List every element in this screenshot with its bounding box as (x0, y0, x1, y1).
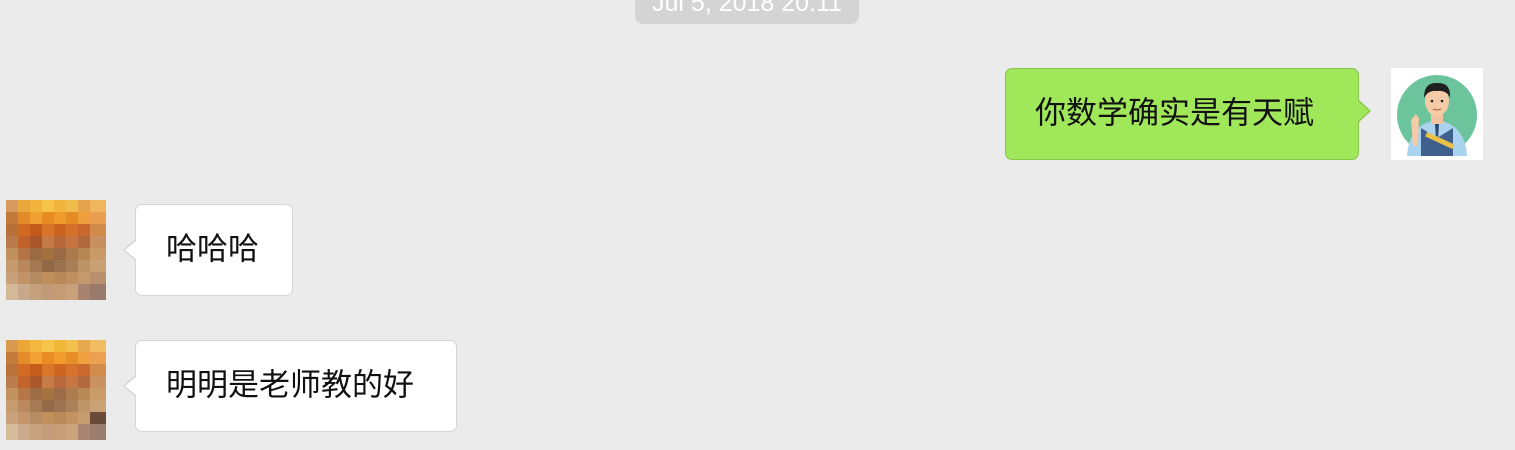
message-text: 明明是老师教的好 (166, 367, 414, 404)
pixelated-avatar-icon[interactable] (6, 200, 106, 300)
message-timestamp: Jul 5, 2018 20:11 (635, 0, 859, 24)
incoming-message-bubble[interactable]: 明明是老师教的好 (123, 340, 457, 432)
message-text: 你数学确实是有天赋 (1035, 95, 1314, 132)
message-text: 哈哈哈 (166, 231, 259, 268)
incoming-message-bubble[interactable]: 哈哈哈 (123, 204, 293, 296)
teacher-avatar-icon[interactable] (1391, 68, 1483, 160)
outgoing-message-bubble[interactable]: 你数学确实是有天赋 (1005, 68, 1371, 160)
pixelated-avatar-icon[interactable] (6, 340, 106, 440)
